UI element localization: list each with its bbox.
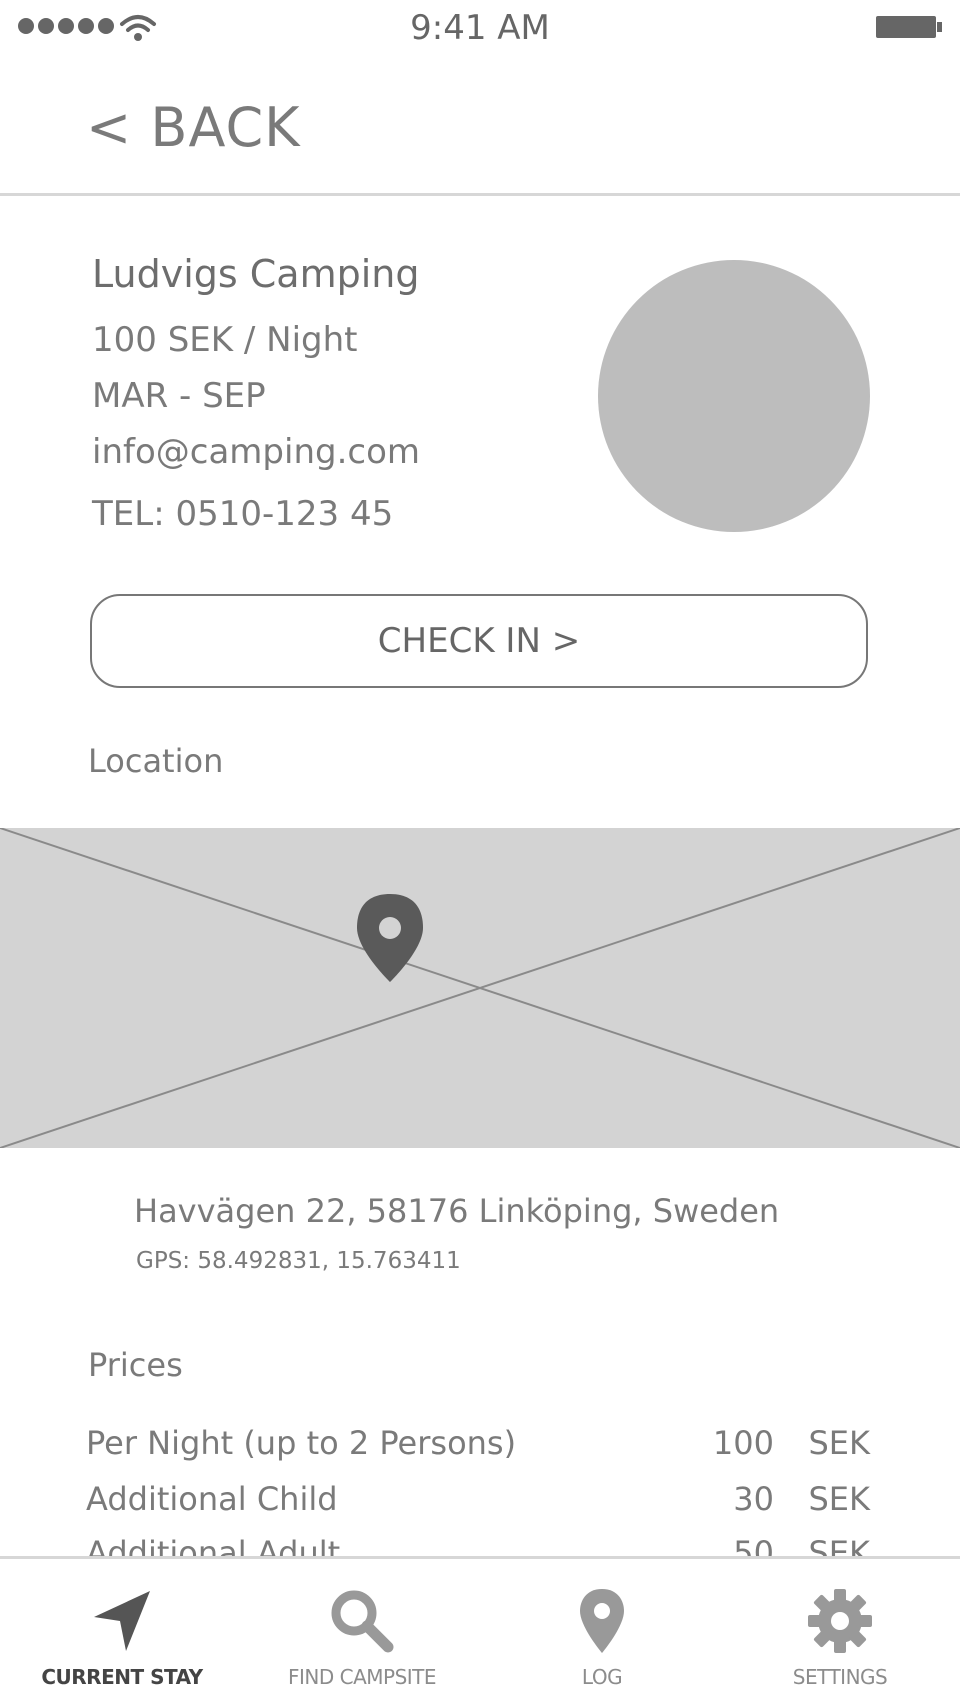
map-placeholder[interactable] — [0, 828, 960, 1148]
navigation-arrow-icon — [94, 1591, 150, 1651]
tab-bar: CURRENT STAY FIND CAMPSITE LOG SETTINGS — [0, 1556, 960, 1703]
prices-heading: Prices — [88, 1346, 183, 1384]
campsite-photo-placeholder — [598, 260, 870, 532]
campsite-email[interactable]: info@camping.com — [92, 432, 420, 472]
price-row-amount: 30 — [733, 1480, 774, 1518]
campsite-address: Havvägen 22, 58176 Linköping, Sweden — [134, 1192, 780, 1230]
tab-label: CURRENT STAY — [41, 1665, 203, 1689]
location-heading: Location — [88, 742, 224, 780]
tab-label: SETTINGS — [792, 1665, 888, 1689]
campsite-phone[interactable]: TEL: 0510-123 45 — [92, 494, 393, 534]
tab-label: LOG — [581, 1665, 623, 1689]
signal-dots-icon — [18, 18, 114, 34]
check-in-button[interactable]: CHECK IN > — [90, 594, 868, 688]
price-row-label: Per Night (up to 2 Persons) — [86, 1424, 517, 1462]
price-row-currency: SEK — [808, 1480, 870, 1518]
gear-icon — [808, 1589, 872, 1653]
tab-label: FIND CAMPSITE — [287, 1665, 437, 1689]
campsite-name: Ludvigs Camping — [92, 252, 420, 296]
tab-log[interactable]: LOG — [492, 1559, 712, 1703]
tab-current-stay[interactable]: CURRENT STAY — [12, 1559, 232, 1703]
map-pin-icon — [580, 1589, 624, 1653]
price-row-label: Additional Child — [86, 1480, 338, 1518]
campsite-season: MAR - SEP — [92, 376, 266, 416]
price-row-amount: 100 — [712, 1424, 774, 1462]
battery-icon — [876, 16, 942, 38]
campsite-price: 100 SEK / Night — [92, 320, 358, 360]
price-row-currency: SEK — [808, 1424, 870, 1462]
campsite-gps: GPS: 58.492831, 15.763411 — [136, 1248, 461, 1274]
search-icon — [331, 1590, 394, 1653]
header-divider — [0, 193, 960, 196]
tab-find-campsite[interactable]: FIND CAMPSITE — [252, 1559, 472, 1703]
tab-settings[interactable]: SETTINGS — [730, 1559, 950, 1703]
status-bar: 9:41 AM — [0, 0, 960, 60]
wifi-icon — [120, 15, 156, 41]
back-button[interactable]: < BACK — [86, 96, 301, 159]
